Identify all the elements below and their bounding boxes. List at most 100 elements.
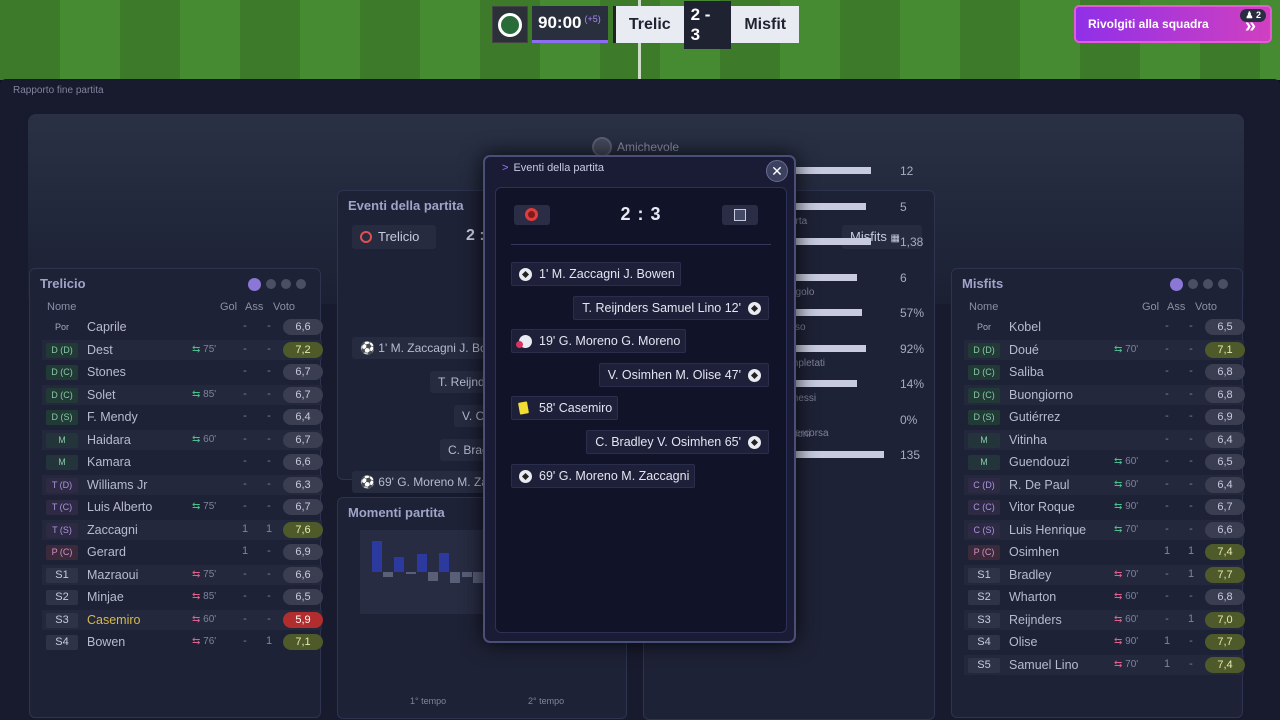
page-dot[interactable]: [1170, 278, 1183, 291]
page-dot[interactable]: [248, 278, 261, 291]
player-name[interactable]: Haidara: [87, 433, 131, 447]
player-name[interactable]: Solet: [87, 388, 116, 402]
player-name[interactable]: Luis Alberto: [87, 500, 152, 514]
page-dot[interactable]: [1203, 279, 1213, 289]
player-name[interactable]: Casemiro: [87, 613, 141, 627]
player-row[interactable]: D (D) Doué ⇆ 70' - -7,1: [964, 339, 1245, 360]
player-row[interactable]: S4 Bowen ⇆ 76' - 1 7,1: [42, 632, 323, 652]
player-row[interactable]: S1 Bradley ⇆ 70' - 1 7,7: [964, 564, 1245, 585]
player-name[interactable]: Stones: [87, 365, 126, 379]
player-name[interactable]: Gutiérrez: [1009, 410, 1060, 424]
player-name[interactable]: Dest: [87, 343, 113, 357]
page-dot[interactable]: [281, 279, 291, 289]
player-row[interactable]: S1 Mazraoui ⇆ 75' - -6,6: [42, 564, 323, 585]
player-row[interactable]: S4 Olise ⇆ 90' 1 -7,7: [964, 632, 1245, 652]
player-name[interactable]: Bowen: [87, 635, 125, 649]
player-row[interactable]: M Kamara - -6,6: [42, 452, 323, 472]
event-text: T. Reijnd: [438, 375, 485, 389]
match-event[interactable]: C. Bradley V. Osimhen 65': [586, 430, 769, 454]
close-button[interactable]: ✕: [766, 160, 788, 182]
page-dot[interactable]: [1218, 279, 1228, 289]
page-dots[interactable]: [1170, 278, 1228, 291]
player-row[interactable]: D (C) Saliba - -6,8: [964, 362, 1245, 382]
stat-away-value: 92%: [900, 341, 925, 356]
player-row[interactable]: Por Kobel - -6,5: [964, 317, 1245, 337]
player-row[interactable]: D (C) Stones - -6,7: [42, 362, 323, 382]
player-name[interactable]: Saliba: [1009, 365, 1044, 379]
player-name[interactable]: Bradley: [1009, 568, 1051, 582]
player-name[interactable]: R. De Paul: [1009, 478, 1069, 492]
player-row[interactable]: T (C) Luis Alberto ⇆ 75' - -6,7: [42, 497, 323, 517]
player-name[interactable]: Doué: [1009, 343, 1039, 357]
player-name[interactable]: Vitinha: [1009, 433, 1047, 447]
player-row[interactable]: D (C) Solet ⇆ 85' - -6,7: [42, 384, 323, 405]
player-row[interactable]: M Vitinha - -6,4: [964, 429, 1245, 450]
position-badge: T (D): [46, 477, 78, 493]
player-row[interactable]: S2 Wharton ⇆ 60' - -6,8: [964, 587, 1245, 607]
stat-away-bar: [794, 344, 866, 352]
page-dot[interactable]: [1188, 279, 1198, 289]
player-row[interactable]: S5 Samuel Lino ⇆ 70' 1 -7,4: [964, 654, 1245, 675]
player-name[interactable]: Buongiorno: [1009, 388, 1073, 402]
player-row[interactable]: C (C) Vitor Roque ⇆ 90' - -6,7: [964, 497, 1245, 517]
goals-value: -: [1165, 500, 1169, 512]
match-event[interactable]: 58' Casemiro: [511, 396, 619, 421]
player-row[interactable]: S3 Casemiro ⇆ 60' - -5,9: [42, 609, 323, 630]
rating-badge: 6,7: [283, 499, 323, 515]
substitution: ⇆ 60': [192, 434, 216, 445]
player-row[interactable]: S2 Minjae ⇆ 85' - -6,5: [42, 587, 323, 607]
player-row[interactable]: D (S) F. Mendy - -6,4: [42, 407, 323, 427]
player-row[interactable]: M Haidara ⇆ 60' - -6,7: [42, 429, 323, 450]
player-name[interactable]: Zaccagni: [87, 523, 138, 537]
player-name[interactable]: Luis Henrique: [1009, 523, 1086, 537]
player-name[interactable]: Kamara: [87, 455, 131, 469]
player-row[interactable]: C (D) R. De Paul ⇆ 60' - -6,4: [964, 474, 1245, 495]
player-name[interactable]: Reijnders: [1009, 613, 1062, 627]
rating-badge: 7,7: [1205, 566, 1245, 583]
talk-to-team-label: Rivolgiti alla squadra: [1088, 17, 1209, 31]
player-name[interactable]: Gerard: [87, 545, 126, 559]
player-row[interactable]: D (C) Buongiorno - -6,8: [964, 384, 1245, 405]
player-name[interactable]: Kobel: [1009, 320, 1041, 334]
match-event[interactable]: 1' M. Zaccagni J. Bowen: [511, 262, 681, 286]
player-row[interactable]: S3 Reijnders ⇆ 60' - 1 7,0: [964, 609, 1245, 630]
position-badge: D (C): [968, 365, 1000, 380]
player-name[interactable]: Osimhen: [1009, 545, 1059, 559]
page-dot[interactable]: [296, 279, 306, 289]
player-name[interactable]: F. Mendy: [87, 410, 138, 424]
player-name[interactable]: Caprile: [87, 320, 127, 334]
player-row[interactable]: P (C) Osimhen 1 1 7,4: [964, 542, 1245, 562]
player-row[interactable]: M Guendouzi ⇆ 60' - -6,5: [964, 452, 1245, 472]
away-team-panel: Misfits Nome Gol Ass Voto Por Kobel - -6,5 D…: [951, 268, 1245, 718]
page-dots[interactable]: [248, 278, 306, 291]
match-event[interactable]: V. Osimhen M. Olise 47': [598, 362, 769, 387]
player-name[interactable]: Williams Jr: [87, 478, 147, 492]
player-name[interactable]: Guendouzi: [1009, 455, 1069, 469]
assists-value: -: [1189, 387, 1193, 400]
match-event[interactable]: 19' G. Moreno G. Moreno: [511, 329, 687, 354]
player-name[interactable]: Mazraoui: [87, 568, 138, 582]
substitution-minute: 60': [1125, 456, 1139, 467]
player-row[interactable]: D (D) Dest ⇆ 75' - -7,2: [42, 339, 323, 360]
player-name[interactable]: Vitor Roque: [1009, 500, 1075, 514]
player-name[interactable]: Wharton: [1009, 590, 1056, 604]
player-row[interactable]: P (C) Gerard 1 -6,9: [42, 542, 323, 562]
match-event[interactable]: 69' G. Moreno M. Zaccagni: [511, 463, 696, 488]
player-row[interactable]: T (S) Zaccagni 1 1 7,6: [42, 519, 323, 540]
player-row[interactable]: T (D) Williams Jr - -6,3: [42, 474, 323, 495]
substitution-arrows-icon: ⇆: [192, 591, 201, 602]
assists-value: -: [267, 410, 271, 422]
match-event[interactable]: T. Reijnders Samuel Lino 12': [573, 295, 769, 320]
player-name[interactable]: Minjae: [87, 590, 124, 604]
position-badge: C (D): [968, 477, 1000, 493]
player-row[interactable]: D (S) Gutiérrez - -6,9: [964, 407, 1245, 427]
page-dot[interactable]: [266, 279, 276, 289]
player-name[interactable]: Samuel Lino: [1009, 658, 1079, 672]
player-name[interactable]: Olise: [1009, 635, 1037, 649]
player-row[interactable]: Por Caprile - -6,6: [42, 317, 323, 337]
assists-value: -: [267, 455, 271, 467]
talk-to-team-button[interactable]: Rivolgiti alla squadra » ♟ 2: [1074, 5, 1272, 43]
position-badge: D (S): [46, 410, 78, 425]
player-row[interactable]: C (S) Luis Henrique ⇆ 70' - -6,6: [964, 519, 1245, 540]
events-panel-title: Eventi della partita: [348, 198, 464, 213]
